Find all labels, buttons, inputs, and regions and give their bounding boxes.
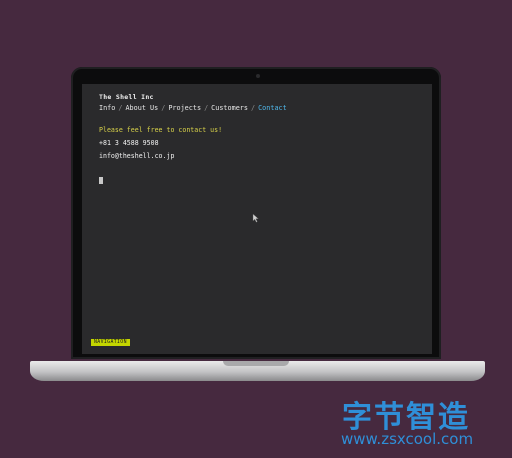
watermark-url: www.zsxcool.com: [341, 430, 474, 448]
site-title: The Shell Inc: [99, 93, 154, 101]
nav-separator: /: [251, 104, 256, 112]
nav-separator: /: [118, 104, 123, 112]
contact-email: info@theshell.co.jp: [99, 152, 175, 160]
block-cursor-icon: [99, 177, 103, 184]
contact-phone: +81 3 4588 9508: [99, 139, 159, 147]
laptop-notch: [223, 361, 289, 366]
nav-link-customers[interactable]: Customers: [211, 104, 248, 112]
nav-link-projects[interactable]: Projects: [168, 104, 201, 112]
nav-link-contact[interactable]: Contact: [258, 104, 287, 112]
mouse-pointer-icon: [252, 213, 259, 223]
nav-link-info[interactable]: Info: [99, 104, 115, 112]
nav-separator: /: [161, 104, 166, 112]
camera-icon: [256, 74, 260, 78]
nav-separator: /: [204, 104, 209, 112]
contact-intro: Please feel free to contact us!: [99, 126, 223, 134]
laptop-screen: The Shell Inc Info / About Us / Projects / Cus…: [82, 84, 432, 354]
nav-link-about-us[interactable]: About Us: [125, 104, 158, 112]
top-nav: Info / About Us / Projects / Customers / Contact: [99, 104, 287, 112]
navigation-badge[interactable]: NAVIGATION: [91, 339, 130, 346]
